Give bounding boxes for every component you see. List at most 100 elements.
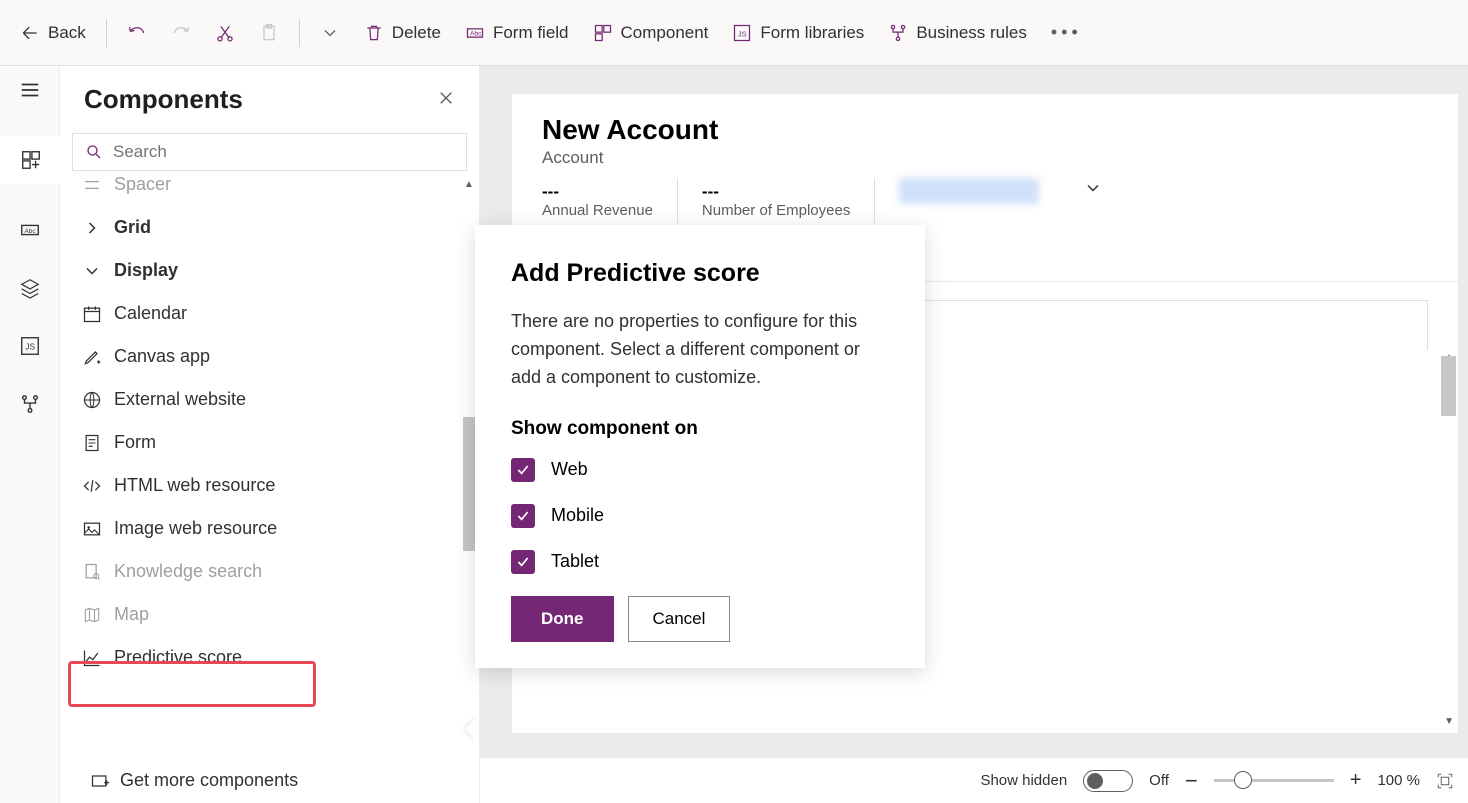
cut-button[interactable] xyxy=(205,15,245,51)
header-field-owner[interactable] xyxy=(899,178,1039,204)
popover-description: There are no properties to configure for… xyxy=(511,308,889,392)
fit-icon[interactable] xyxy=(1436,772,1454,790)
business-rules-label: Business rules xyxy=(916,23,1027,43)
checkbox-mobile[interactable] xyxy=(511,504,535,528)
header-field-revenue[interactable]: --- Annual Revenue xyxy=(542,178,678,223)
canvas-scrollbar[interactable] xyxy=(1441,356,1456,416)
close-icon xyxy=(437,89,455,107)
hamburger-button[interactable] xyxy=(18,78,42,102)
checkbox-tablet[interactable] xyxy=(511,550,535,574)
tree-item-form[interactable]: Form xyxy=(60,421,479,464)
panel-close-button[interactable] xyxy=(437,87,455,113)
form-libraries-label: Form libraries xyxy=(760,23,864,43)
checkbox-row-web[interactable]: Web xyxy=(511,458,889,482)
paste-icon xyxy=(259,23,279,43)
undo-icon xyxy=(127,23,147,43)
scroll-down-icon[interactable]: ▼ xyxy=(1444,716,1454,727)
zoom-slider[interactable] xyxy=(1214,779,1334,782)
divider xyxy=(299,19,300,47)
tree-section-grid[interactable]: Grid xyxy=(60,206,479,249)
tree-item-spacer[interactable]: Spacer xyxy=(60,171,479,206)
form-subtitle: Account xyxy=(542,148,1428,168)
search-input[interactable] xyxy=(113,142,454,162)
undo-button[interactable] xyxy=(117,15,157,51)
add-folder-icon xyxy=(90,771,110,791)
rail-components[interactable] xyxy=(0,136,60,184)
js-icon: JS xyxy=(732,23,752,43)
form-field-label: Form field xyxy=(493,23,569,43)
redo-button[interactable] xyxy=(161,15,201,51)
check-icon xyxy=(515,554,531,570)
image-icon xyxy=(82,519,102,539)
tree-item-html-web-resource[interactable]: HTML web resource xyxy=(60,464,479,507)
tree-item-canvas-app[interactable]: Canvas app xyxy=(60,335,479,378)
rail-layers[interactable] xyxy=(18,276,42,300)
tree-item-knowledge-search[interactable]: Knowledge search xyxy=(60,550,479,593)
search-icon xyxy=(85,143,103,161)
form-icon xyxy=(82,433,102,453)
zoom-in-button[interactable]: + xyxy=(1350,769,1362,792)
toggle-off-label: Off xyxy=(1149,772,1169,789)
calendar-icon xyxy=(82,304,102,324)
zoom-value: 100 % xyxy=(1377,772,1420,789)
get-more-components-button[interactable]: Get more components xyxy=(60,758,479,803)
check-icon xyxy=(515,508,531,524)
show-hidden-toggle[interactable] xyxy=(1083,770,1133,792)
done-button[interactable]: Done xyxy=(511,596,614,642)
form-field-button[interactable]: Abc Form field xyxy=(455,15,579,51)
chevron-down-icon xyxy=(320,23,340,43)
rail-rules[interactable] xyxy=(18,392,42,416)
more-button[interactable]: ••• xyxy=(1041,18,1092,47)
divider xyxy=(106,19,107,47)
code-icon xyxy=(82,476,102,496)
component-button[interactable]: Component xyxy=(583,15,719,51)
status-bar: Show hidden Off − + 100 % xyxy=(480,757,1468,803)
component-tree: ▲ Spacer Grid Display Calendar Canvas ap… xyxy=(60,171,479,758)
delete-label: Delete xyxy=(392,23,441,43)
nav-rail: Abc JS xyxy=(0,66,60,803)
globe-icon xyxy=(82,390,102,410)
checkbox-web[interactable] xyxy=(511,458,535,482)
tree-item-calendar[interactable]: Calendar xyxy=(60,292,479,335)
checkbox-row-tablet[interactable]: Tablet xyxy=(511,550,889,574)
popover-arrow xyxy=(465,717,477,741)
trash-icon xyxy=(364,23,384,43)
map-icon xyxy=(82,605,102,625)
command-bar: Back Delete Abc Form field Component JS … xyxy=(0,0,1468,66)
svg-text:Abc: Abc xyxy=(24,228,36,235)
header-field-employees[interactable]: --- Number of Employees xyxy=(702,178,875,223)
arrow-left-icon xyxy=(20,23,40,43)
tree-item-predictive-score[interactable]: Predictive score xyxy=(60,636,479,679)
chevron-button[interactable] xyxy=(310,15,350,51)
chevron-down-icon xyxy=(82,261,102,281)
pen-icon xyxy=(82,347,102,367)
tree-item-external-website[interactable]: External website xyxy=(60,378,479,421)
svg-text:JS: JS xyxy=(25,343,35,352)
form-libraries-button[interactable]: JS Form libraries xyxy=(722,15,874,51)
redo-icon xyxy=(171,23,191,43)
search-box[interactable] xyxy=(72,133,467,171)
rail-js[interactable]: JS xyxy=(18,334,42,358)
back-label: Back xyxy=(48,23,86,43)
svg-text:JS: JS xyxy=(738,29,747,38)
tree-section-display[interactable]: Display xyxy=(60,249,479,292)
paste-button[interactable] xyxy=(249,15,289,51)
cut-icon xyxy=(215,23,235,43)
chevron-right-icon xyxy=(82,218,102,238)
svg-text:Abc: Abc xyxy=(470,30,482,37)
checkbox-row-mobile[interactable]: Mobile xyxy=(511,504,889,528)
back-button[interactable]: Back xyxy=(10,15,96,51)
cancel-button[interactable]: Cancel xyxy=(628,596,731,642)
tree-item-image-web-resource[interactable]: Image web resource xyxy=(60,507,479,550)
book-search-icon xyxy=(82,562,102,582)
show-hidden-label: Show hidden xyxy=(980,772,1067,789)
panel-title: Components xyxy=(84,84,243,115)
tree-item-map[interactable]: Map xyxy=(60,593,479,636)
delete-button[interactable]: Delete xyxy=(354,15,451,51)
scroll-up-arrow[interactable]: ▲ xyxy=(464,179,478,190)
rail-form-field[interactable]: Abc xyxy=(18,218,42,242)
zoom-out-button[interactable]: − xyxy=(1185,768,1198,794)
business-rules-button[interactable]: Business rules xyxy=(878,15,1037,51)
expand-header-button[interactable] xyxy=(1083,178,1103,198)
spacer-icon xyxy=(82,175,102,195)
